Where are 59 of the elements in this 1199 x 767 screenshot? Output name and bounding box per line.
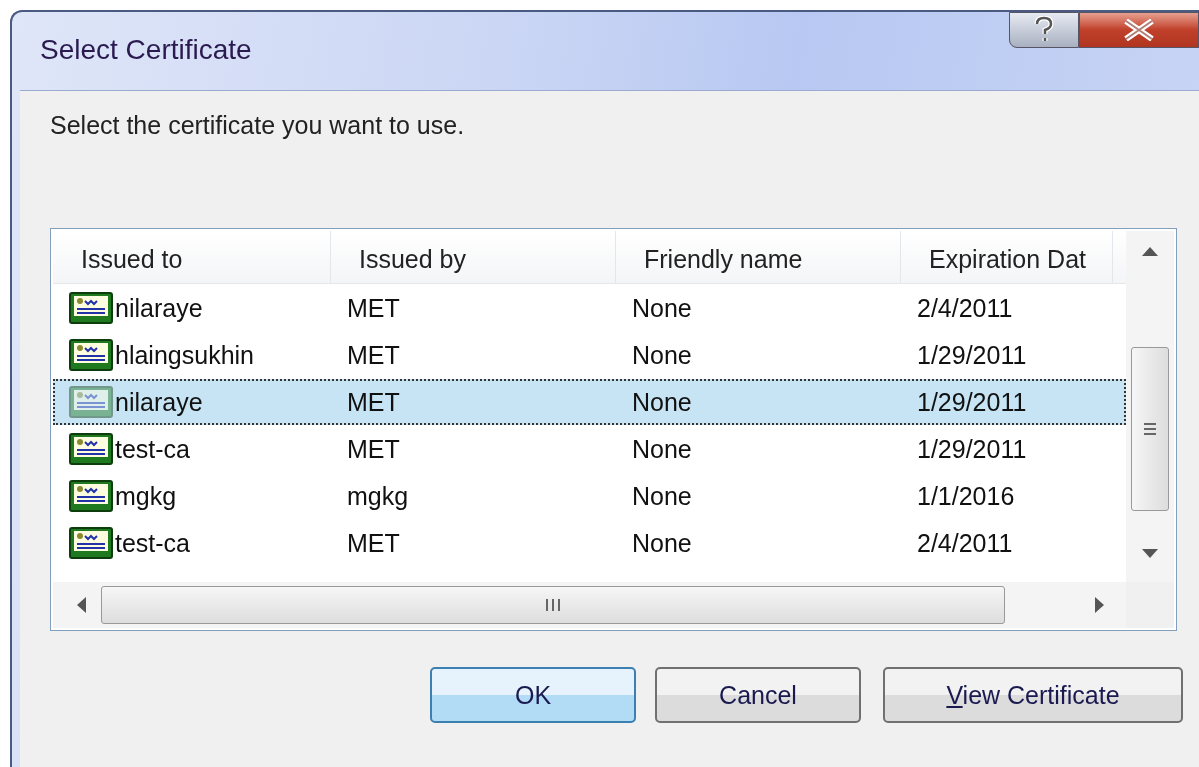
certificate-icon	[69, 527, 113, 559]
certificate-row[interactable]: test-ca MET None 2/4/2011	[53, 520, 1126, 566]
certificate-icon	[69, 386, 113, 418]
table-cell: None	[632, 340, 692, 370]
dialog-button[interactable]: Cancel	[655, 667, 861, 723]
column-header[interactable]: Issued to	[53, 231, 331, 283]
certificate-row[interactable]: hlaingsukhin MET None 1/29/2011	[53, 332, 1126, 378]
table-cell: nilaraye	[115, 293, 203, 323]
certificate-icon	[69, 433, 113, 465]
table-cell: MET	[347, 387, 400, 417]
certificate-icon	[69, 292, 113, 324]
certificate-row[interactable]: test-ca MET None 1/29/2011	[53, 426, 1126, 472]
certificate-row[interactable]: mgkg mgkg None 1/1/2016	[53, 473, 1126, 519]
table-cell: MET	[347, 528, 400, 558]
dialog-button[interactable]: OK	[430, 667, 636, 723]
table-cell: 1/29/2011	[917, 387, 1027, 417]
table-cell: None	[632, 387, 692, 417]
table-cell: nilaraye	[115, 387, 203, 417]
table-cell: test-ca	[115, 528, 191, 558]
scroll-up-icon	[1140, 245, 1160, 257]
certificate-row[interactable]: nilaraye MET None 1/29/2011	[53, 379, 1126, 425]
table-cell: MET	[347, 293, 400, 323]
help-icon	[1033, 16, 1055, 44]
column-header[interactable]: Issued by	[331, 231, 616, 283]
close-button[interactable]	[1079, 12, 1199, 48]
table-cell: None	[632, 434, 692, 464]
scroll-thumb[interactable]	[101, 586, 1005, 624]
certificate-icon	[69, 480, 113, 512]
column-header[interactable]: Friendly name	[616, 231, 901, 283]
instruction-text: Select the certificate you want to use.	[50, 111, 466, 140]
certificate-row[interactable]: nilaraye MET None 2/4/2011	[53, 285, 1126, 331]
table-cell: None	[632, 528, 692, 558]
scroll-thumb[interactable]	[1131, 347, 1169, 511]
table-cell: hlaingsukhin	[115, 340, 254, 370]
grip-icon	[545, 598, 561, 612]
table-cell: MET	[347, 340, 400, 370]
horizontal-scrollbar[interactable]	[53, 582, 1126, 628]
help-button[interactable]	[1009, 12, 1079, 48]
table-cell: 1/29/2011	[917, 434, 1027, 464]
table-cell: test-ca	[115, 434, 191, 464]
table-cell: 1/1/2016	[917, 481, 1015, 511]
vertical-scrollbar[interactable]	[1126, 231, 1174, 582]
dialog-button[interactable]: View Certificate	[883, 667, 1183, 723]
table-cell: mgkg	[115, 481, 177, 511]
scroll-right-icon	[1094, 595, 1106, 615]
close-icon	[1122, 19, 1156, 41]
grip-icon	[1143, 422, 1157, 436]
certificate-icon	[69, 339, 113, 371]
table-cell: 2/4/2011	[917, 293, 1013, 323]
table-cell: 1/29/2011	[917, 340, 1027, 370]
window-title: Select Certificate	[40, 34, 252, 66]
table-cell: None	[632, 293, 692, 323]
scroll-left-icon	[75, 595, 87, 615]
table-cell: None	[632, 481, 692, 511]
table-cell: MET	[347, 434, 400, 464]
table-cell: mgkg	[347, 481, 409, 511]
column-header[interactable]: Expiration Dat	[901, 231, 1113, 283]
scroll-down-icon	[1140, 548, 1160, 560]
table-cell: 2/4/2011	[917, 528, 1013, 558]
